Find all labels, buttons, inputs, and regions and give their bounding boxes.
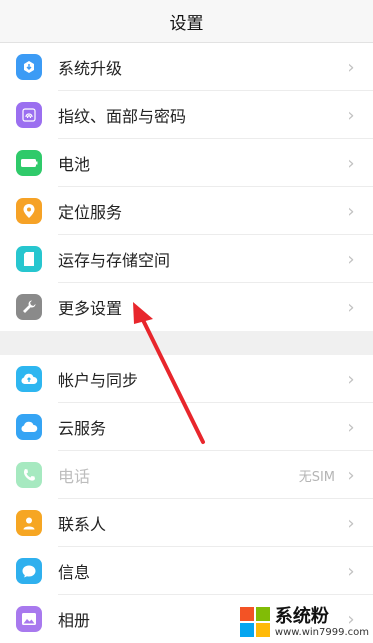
- system-update-icon: [16, 54, 42, 80]
- settings-group-2: 帐户与同步 › 云服务 › 电话 无SIM › 联系人 › 信息 › 相册 ›: [0, 355, 373, 643]
- chevron-right-icon: ›: [347, 296, 355, 318]
- chevron-right-icon: ›: [347, 200, 355, 222]
- settings-item-contacts[interactable]: 联系人 ›: [0, 499, 373, 547]
- chevron-right-icon: ›: [347, 104, 355, 126]
- title-bar: 设置: [0, 0, 373, 43]
- settings-item-label: 联系人: [58, 515, 107, 534]
- chevron-right-icon: ›: [347, 512, 355, 534]
- contacts-icon: [16, 510, 42, 536]
- wrench-icon: [16, 294, 42, 320]
- message-icon: [16, 558, 42, 584]
- chevron-right-icon: ›: [347, 56, 355, 78]
- settings-item-label: 电话: [58, 467, 91, 486]
- fingerprint-icon: [16, 102, 42, 128]
- settings-item-label: 云服务: [58, 419, 107, 438]
- section-separator: [0, 331, 373, 355]
- chevron-right-icon: ›: [347, 248, 355, 270]
- chevron-right-icon: ›: [347, 560, 355, 582]
- settings-item-phone[interactable]: 电话 无SIM ›: [0, 451, 373, 499]
- location-icon: [16, 198, 42, 224]
- settings-item-battery[interactable]: 电池 ›: [0, 139, 373, 187]
- settings-item-label: 电池: [58, 155, 91, 174]
- page-title: 设置: [169, 13, 204, 34]
- settings-item-label: 系统升级: [58, 59, 123, 78]
- settings-item-label: 运存与存储空间: [58, 251, 171, 270]
- chevron-right-icon: ›: [347, 152, 355, 174]
- settings-item-label: 指纹、面部与密码: [58, 107, 187, 126]
- battery-icon: [16, 150, 42, 176]
- phone-icon: [16, 462, 42, 488]
- settings-item-system-update[interactable]: 系统升级 ›: [0, 43, 373, 91]
- settings-item-messages[interactable]: 信息 ›: [0, 547, 373, 595]
- chevron-right-icon: ›: [347, 416, 355, 438]
- account-sync-icon: [16, 366, 42, 392]
- settings-item-label: 信息: [58, 563, 91, 582]
- settings-group-1: 系统升级 › 指纹、面部与密码 › 电池 › 定位服务 › 运存与存储空间 ›: [0, 43, 373, 331]
- chevron-right-icon: ›: [347, 464, 355, 486]
- gallery-icon: [16, 606, 42, 632]
- settings-item-storage[interactable]: 运存与存储空间 ›: [0, 235, 373, 283]
- settings-item-cloud-service[interactable]: 云服务 ›: [0, 403, 373, 451]
- settings-item-more-settings[interactable]: 更多设置 ›: [0, 283, 373, 331]
- chevron-right-icon: ›: [347, 368, 355, 390]
- settings-item-label: 帐户与同步: [58, 371, 139, 390]
- watermark-brand: 系统粉: [274, 606, 329, 627]
- cloud-icon: [16, 414, 42, 440]
- windows-logo-icon: [239, 607, 272, 639]
- settings-item-account-sync[interactable]: 帐户与同步 ›: [0, 355, 373, 403]
- storage-icon: [16, 246, 42, 272]
- settings-item-label: 定位服务: [58, 203, 123, 222]
- settings-item-location[interactable]: 定位服务 ›: [0, 187, 373, 235]
- watermark-url: www.win7999.com: [274, 627, 369, 638]
- settings-item-label: 更多设置: [58, 299, 123, 318]
- watermark: 系统粉 www.win7999.com: [239, 606, 369, 639]
- sim-status-value: 无SIM: [298, 469, 335, 485]
- settings-item-fingerprint[interactable]: 指纹、面部与密码 ›: [0, 91, 373, 139]
